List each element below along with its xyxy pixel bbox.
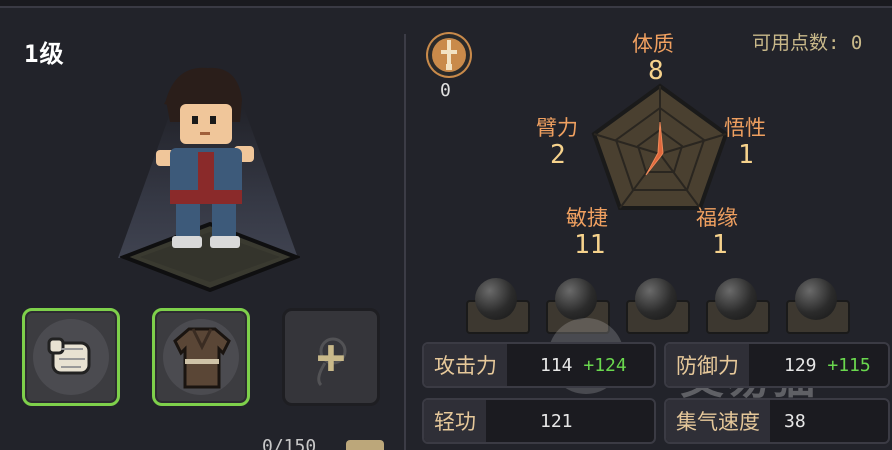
- equipment-slot-add[interactable]: +: [282, 308, 380, 406]
- equipment-slot-gloves[interactable]: [22, 308, 120, 406]
- panel-divider: [404, 34, 406, 450]
- sword-emblem-icon[interactable]: [426, 32, 472, 78]
- robe-icon: [173, 327, 231, 389]
- attr-fortune-name: 福缘: [696, 206, 738, 230]
- add-slot-icon: +: [316, 329, 346, 385]
- stat-defense-bonus: +115: [827, 355, 871, 376]
- orb-slot-1-icon[interactable]: [475, 278, 517, 320]
- gloves-icon: [47, 337, 91, 375]
- stat-qinggong: 轻功 121: [422, 398, 656, 444]
- stat-defense-value: 129 +115: [784, 355, 871, 376]
- stat-defense-base: 129: [784, 355, 817, 376]
- orb-slot-3-icon[interactable]: [635, 278, 677, 320]
- top-border: [0, 0, 892, 8]
- attr-constitution-value: 8: [648, 56, 664, 86]
- orb-slot-5-icon[interactable]: [795, 278, 837, 320]
- available-points: 可用点数: 0: [752, 28, 862, 55]
- stat-attack-bonus: +124: [583, 355, 627, 376]
- attr-constitution-name: 体质: [632, 32, 674, 56]
- stat-attack-base: 114: [540, 355, 573, 376]
- orb-slot-4-icon[interactable]: [715, 278, 757, 320]
- character-sprite: [156, 67, 254, 248]
- stat-defense-label: 防御力: [666, 344, 749, 386]
- sword-stat-value: 0: [440, 80, 451, 101]
- orb-slot-2-icon[interactable]: [555, 278, 597, 320]
- stat-qinggong-label: 轻功: [424, 400, 486, 442]
- stat-attack-label: 攻击力: [424, 344, 507, 386]
- attr-agility-value: 11: [574, 230, 606, 260]
- available-points-value: 0: [850, 32, 863, 54]
- stat-qi-speed: 集气速度 38: [664, 398, 890, 444]
- attr-agility-name: 敏捷: [566, 206, 608, 230]
- stat-defense: 防御力 129 +115: [664, 342, 890, 388]
- stat-attack: 攻击力 114 +124: [422, 342, 656, 388]
- attr-arm-strength-name: 臂力: [536, 116, 578, 140]
- experience-text: 0/150: [262, 436, 317, 450]
- stat-qinggong-value: 121: [540, 411, 573, 432]
- character-level: 1级: [24, 40, 65, 68]
- character-panel: 1级 + 0/150 0 可用点数: 0 体质 8 悟性 1 福缘 1 敏捷 1…: [0, 0, 892, 450]
- experience-button[interactable]: [346, 440, 384, 450]
- attr-arm-strength-value: 2: [550, 140, 566, 170]
- sword-glyph: [428, 34, 470, 76]
- attribute-pentagon-chart: [591, 83, 729, 210]
- attr-comprehension-value: 1: [738, 140, 754, 170]
- attr-fortune-value: 1: [712, 230, 728, 260]
- character-display: [100, 60, 320, 300]
- stat-attack-value: 114 +124: [540, 355, 627, 376]
- available-points-label: 可用点数:: [752, 32, 840, 54]
- equipment-slot-robe[interactable]: [152, 308, 250, 406]
- attr-comprehension-name: 悟性: [724, 116, 766, 140]
- stat-qi-speed-value: 38: [784, 411, 806, 432]
- stat-qi-speed-label: 集气速度: [666, 400, 770, 442]
